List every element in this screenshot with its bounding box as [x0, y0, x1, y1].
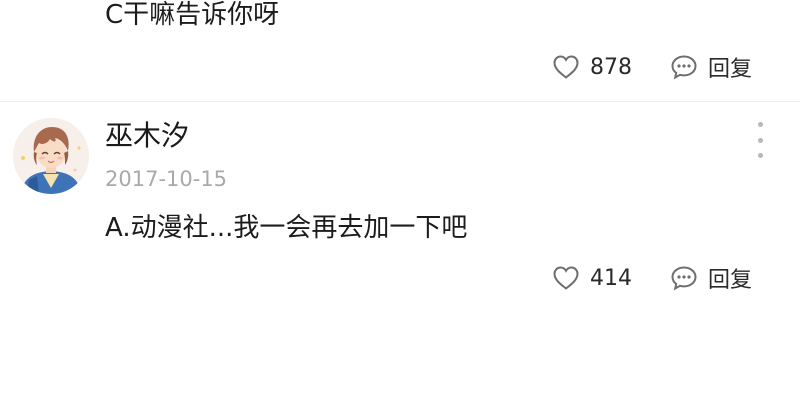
- reply-label: 回复: [708, 268, 753, 293]
- username[interactable]: 巫木汐: [105, 118, 189, 154]
- speech-bubble-icon: [670, 265, 698, 291]
- like-count: 414: [590, 265, 632, 291]
- vertical-ellipsis-icon: [757, 122, 763, 127]
- avatar[interactable]: [13, 118, 89, 194]
- heart-outline-icon: [552, 265, 580, 291]
- like-count: 878: [590, 54, 632, 80]
- comment-actions: 414 回复: [552, 262, 752, 294]
- comment-actions: 878 回复: [552, 51, 752, 83]
- more-options-button[interactable]: [752, 122, 768, 158]
- like-button[interactable]: 878: [552, 54, 632, 80]
- heart-outline-icon: [552, 54, 580, 80]
- comment-date: 2017-10-15: [105, 167, 228, 191]
- anime-avatar-icon: [13, 118, 89, 194]
- like-button[interactable]: 414: [552, 265, 632, 291]
- comment-text: A.动漫社...我一会再去加一下吧: [105, 213, 468, 243]
- divider: [0, 101, 800, 102]
- reply-button[interactable]: 回复: [670, 262, 752, 294]
- speech-bubble-icon: [670, 54, 698, 80]
- reply-label: 回复: [708, 57, 753, 82]
- comment-thread: C干嘛告诉你呀 878 回复 巫木汐 2017-10-15 A.动漫社...我一…: [0, 0, 800, 408]
- comment-text: C干嘛告诉你呀: [105, 0, 280, 30]
- reply-button[interactable]: 回复: [670, 51, 752, 83]
